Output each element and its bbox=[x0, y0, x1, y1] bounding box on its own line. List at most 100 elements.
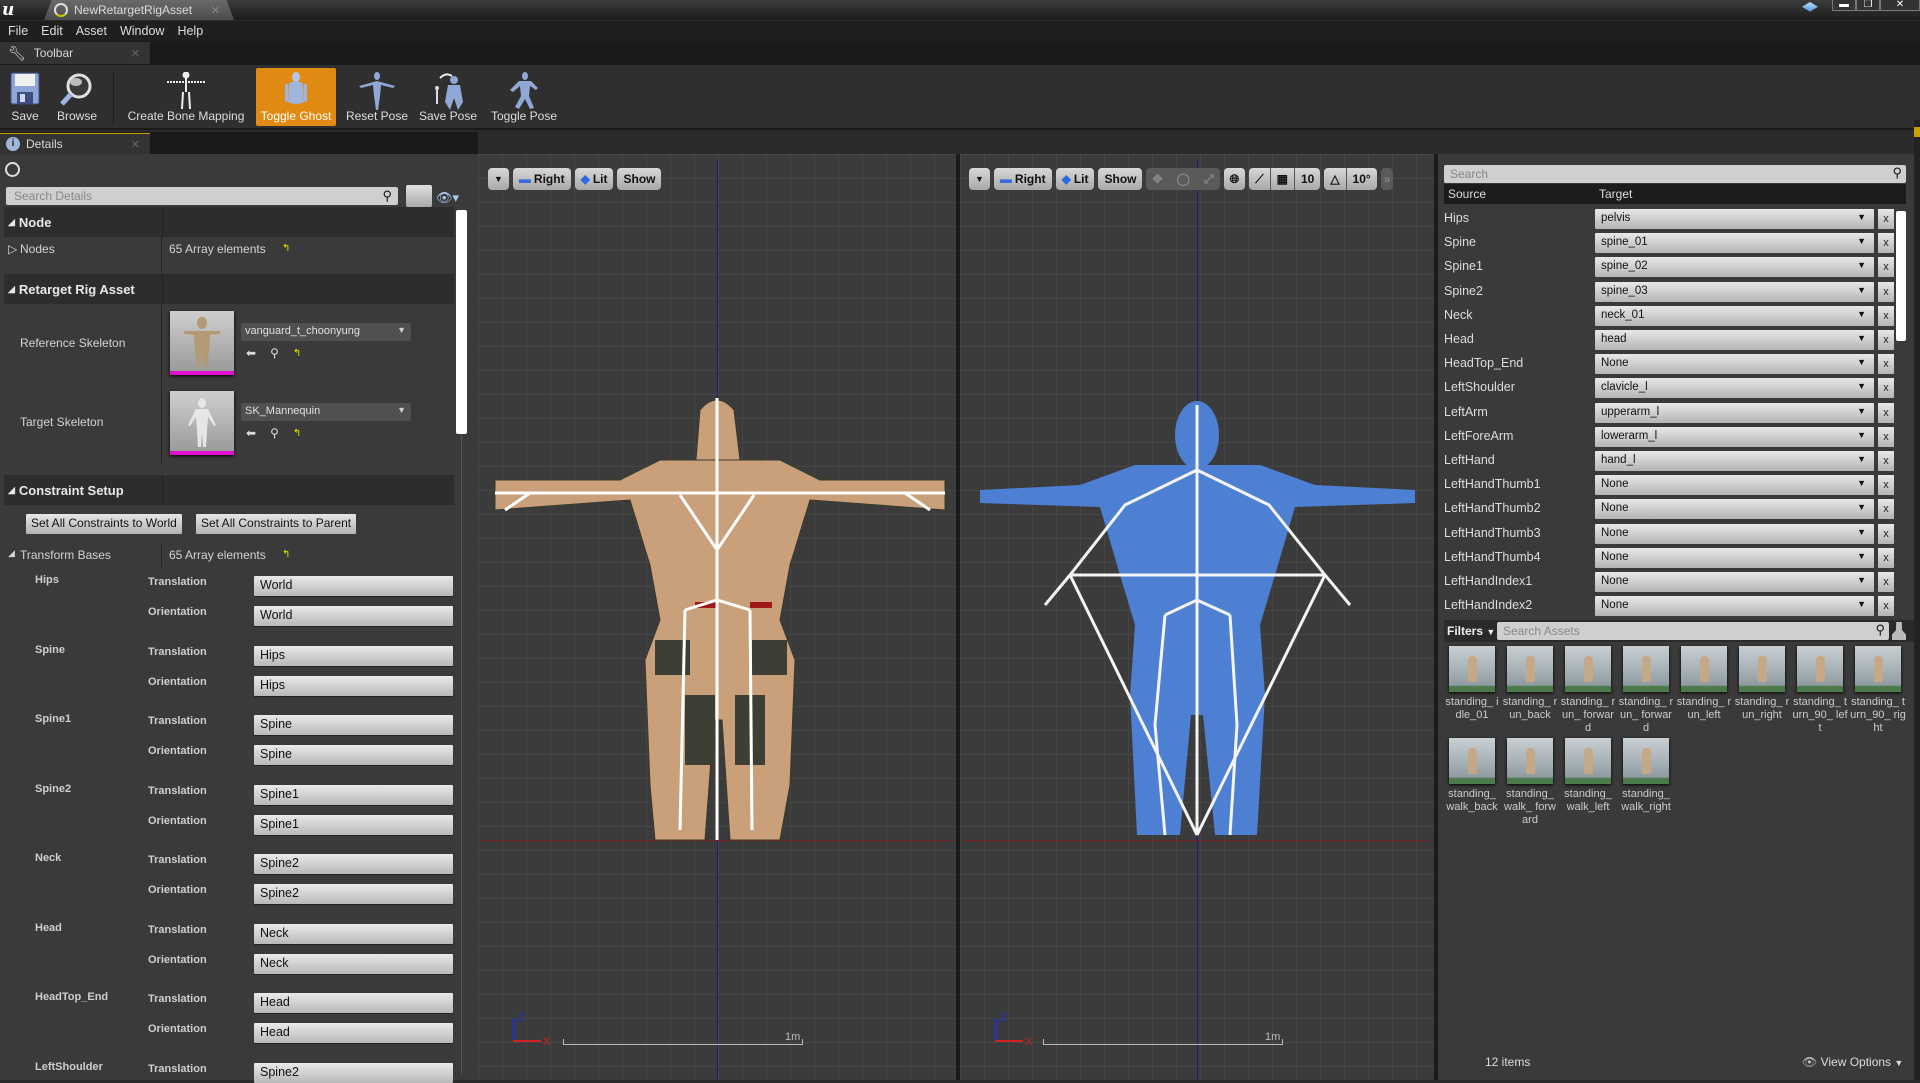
asset-tile[interactable]: standing_ idle_01 bbox=[1443, 646, 1501, 722]
asset-tile[interactable]: standing_ walk_left bbox=[1559, 738, 1617, 814]
target-bone-combo[interactable]: spine_03 ▼ bbox=[1595, 281, 1874, 302]
target-skeleton-thumbnail[interactable] bbox=[170, 391, 234, 455]
browse-button[interactable]: Browse bbox=[52, 68, 102, 126]
property-matrix-button[interactable] bbox=[406, 185, 432, 207]
rotation-snap-toggle[interactable]: △ bbox=[1324, 168, 1346, 190]
view-options-button[interactable]: 👁︎ View Options ▼ bbox=[1802, 1055, 1903, 1069]
use-selected-arrow-icon[interactable]: ⬅ bbox=[246, 426, 256, 440]
reset-to-default-icon[interactable]: ↰ bbox=[282, 243, 290, 254]
asset-tile[interactable]: standing_ run_right bbox=[1733, 646, 1791, 722]
grid-snap-value[interactable]: 10 bbox=[1293, 168, 1321, 190]
view-options-eye-icon[interactable]: 👁︎▾ bbox=[436, 190, 459, 206]
clear-mapping-button[interactable]: x bbox=[1878, 596, 1894, 617]
clear-mapping-button[interactable]: x bbox=[1878, 257, 1894, 278]
nodes-expand-arrow-icon[interactable]: ▷ bbox=[8, 242, 17, 256]
restore-button[interactable]: ❐ bbox=[1856, 0, 1880, 11]
viewport-options-button[interactable]: ▼ bbox=[488, 168, 509, 190]
target-bone-combo[interactable]: None ▼ bbox=[1595, 572, 1874, 592]
category-retarget-rig-asset[interactable]: ◢ Retarget Rig Asset bbox=[4, 274, 454, 304]
save-pose-button[interactable]: Save Pose bbox=[416, 68, 480, 126]
clear-mapping-button[interactable]: x bbox=[1878, 523, 1894, 544]
translation-base-field[interactable]: Spine bbox=[254, 715, 453, 735]
translation-base-field[interactable]: Head bbox=[254, 993, 453, 1013]
target-column-header[interactable]: Target bbox=[1599, 187, 1632, 201]
target-bone-combo[interactable]: None ▼ bbox=[1595, 547, 1874, 568]
target-bone-combo[interactable]: head ▼ bbox=[1595, 330, 1874, 350]
target-bone-combo[interactable]: None ▼ bbox=[1595, 523, 1874, 544]
show-button[interactable]: Show bbox=[1098, 168, 1143, 190]
reset-to-default-icon[interactable]: ↰ bbox=[293, 428, 301, 439]
reference-skeleton-thumbnail[interactable] bbox=[170, 311, 234, 375]
orientation-base-field[interactable]: Hips bbox=[254, 676, 453, 696]
clear-mapping-button[interactable]: x bbox=[1878, 281, 1894, 302]
lit-mode-button[interactable]: ◆ Lit bbox=[1055, 168, 1095, 190]
orientation-base-field[interactable]: Neck bbox=[254, 954, 453, 974]
clear-mapping-button[interactable]: x bbox=[1878, 451, 1894, 471]
target-bone-combo[interactable]: upperarm_l ▼ bbox=[1595, 402, 1874, 423]
dock-handle[interactable] bbox=[1914, 127, 1920, 137]
menu-asset[interactable]: Asset bbox=[74, 24, 118, 38]
close-details-tab-icon[interactable]: ✕ bbox=[131, 138, 140, 151]
translation-base-field[interactable]: Spine1 bbox=[254, 785, 453, 805]
source-column-header[interactable]: Source bbox=[1448, 187, 1486, 201]
category-constraint-setup[interactable]: ◢ Constraint Setup bbox=[4, 475, 454, 505]
target-bone-combo[interactable]: hand_l ▼ bbox=[1595, 451, 1874, 471]
mapping-scrollbar[interactable] bbox=[1896, 211, 1906, 341]
asset-tile[interactable]: standing_ run_ forward bbox=[1617, 646, 1675, 735]
clear-mapping-button[interactable]: x bbox=[1878, 330, 1894, 350]
filters-button[interactable]: Filters ▼ bbox=[1447, 624, 1495, 638]
category-node[interactable]: ◢ Node bbox=[4, 207, 454, 237]
asset-tile[interactable]: standing_ walk_ forward bbox=[1501, 738, 1559, 827]
search-details-input[interactable]: Search Details ⚲ bbox=[6, 187, 398, 205]
toolbar-tab[interactable]: 🔧︎ Toolbar ✕ bbox=[0, 42, 150, 64]
learn-icon[interactable] bbox=[1802, 2, 1818, 12]
asset-tile[interactable]: standing_ run_back bbox=[1501, 646, 1559, 722]
asset-tile[interactable]: standing_ turn_90_ left bbox=[1791, 646, 1849, 735]
clear-mapping-button[interactable]: x bbox=[1878, 475, 1894, 496]
set-all-constraints-world-button[interactable]: Set All Constraints to World bbox=[26, 514, 182, 534]
view-mode-right-button[interactable]: ▬ Right bbox=[512, 168, 571, 190]
menu-edit[interactable]: Edit bbox=[39, 24, 74, 38]
target-bone-combo[interactable]: None ▼ bbox=[1595, 499, 1874, 520]
document-tab[interactable]: NewRetargetRigAsset ✕ bbox=[44, 0, 234, 20]
asset-tile[interactable]: standing_ walk_back bbox=[1443, 738, 1501, 814]
clear-mapping-button[interactable]: x bbox=[1878, 547, 1894, 568]
target-bone-combo[interactable]: None ▼ bbox=[1595, 475, 1874, 496]
browse-to-asset-icon[interactable]: ⚲ bbox=[270, 426, 279, 440]
target-bone-combo[interactable]: neck_01 ▼ bbox=[1595, 305, 1874, 326]
transform-bases-collapse-icon[interactable]: ◢ bbox=[8, 548, 15, 559]
target-bone-combo[interactable]: None ▼ bbox=[1595, 596, 1874, 617]
translation-base-field[interactable]: Neck bbox=[254, 924, 453, 944]
translation-base-field[interactable]: World bbox=[254, 576, 453, 596]
reset-pose-button[interactable]: Reset Pose bbox=[344, 68, 410, 126]
menu-help[interactable]: Help bbox=[175, 24, 214, 38]
lit-mode-button[interactable]: ◆ Lit bbox=[574, 168, 614, 190]
view-mode-right-button[interactable]: ▬ Right bbox=[993, 168, 1052, 190]
asset-tile[interactable]: standing_ turn_90_ right bbox=[1849, 646, 1907, 735]
more-options-button[interactable]: » bbox=[1380, 168, 1394, 190]
search-assets-input[interactable]: Search Assets ⚲ bbox=[1497, 622, 1889, 640]
minimize-button[interactable]: ▬ bbox=[1832, 0, 1856, 11]
surface-snap-button[interactable]: ⟋ bbox=[1249, 168, 1270, 190]
asset-tile[interactable]: standing_ walk_right bbox=[1617, 738, 1675, 814]
reset-to-default-icon[interactable]: ↰ bbox=[282, 549, 290, 560]
orientation-base-field[interactable]: Spine bbox=[254, 745, 453, 765]
clear-mapping-button[interactable]: x bbox=[1878, 402, 1894, 423]
clear-mapping-button[interactable]: x bbox=[1878, 378, 1894, 399]
create-bone-mapping-button[interactable]: Create Bone Mapping bbox=[124, 68, 248, 126]
translation-base-field[interactable]: Hips bbox=[254, 646, 453, 666]
clear-mapping-button[interactable]: x bbox=[1878, 426, 1894, 447]
asset-tile[interactable]: standing_ run_left bbox=[1675, 646, 1733, 722]
target-bone-combo[interactable]: spine_01 ▼ bbox=[1595, 233, 1874, 254]
viewport-options-button[interactable]: ▼ bbox=[969, 168, 990, 190]
grid-snap-toggle[interactable]: ▦ bbox=[1269, 168, 1294, 190]
scale-icon[interactable]: ⤢ bbox=[1204, 172, 1214, 187]
clear-mapping-button[interactable]: x bbox=[1878, 499, 1894, 520]
clear-mapping-button[interactable]: x bbox=[1878, 209, 1894, 229]
close-toolbar-tab-icon[interactable]: ✕ bbox=[131, 47, 140, 60]
show-button[interactable]: Show bbox=[617, 168, 662, 190]
translate-icon[interactable]: ✥ bbox=[1152, 172, 1162, 186]
target-bone-combo[interactable]: None ▼ bbox=[1595, 354, 1874, 375]
clear-mapping-button[interactable]: x bbox=[1878, 305, 1894, 326]
target-bone-combo[interactable]: lowerarm_l ▼ bbox=[1595, 426, 1874, 447]
